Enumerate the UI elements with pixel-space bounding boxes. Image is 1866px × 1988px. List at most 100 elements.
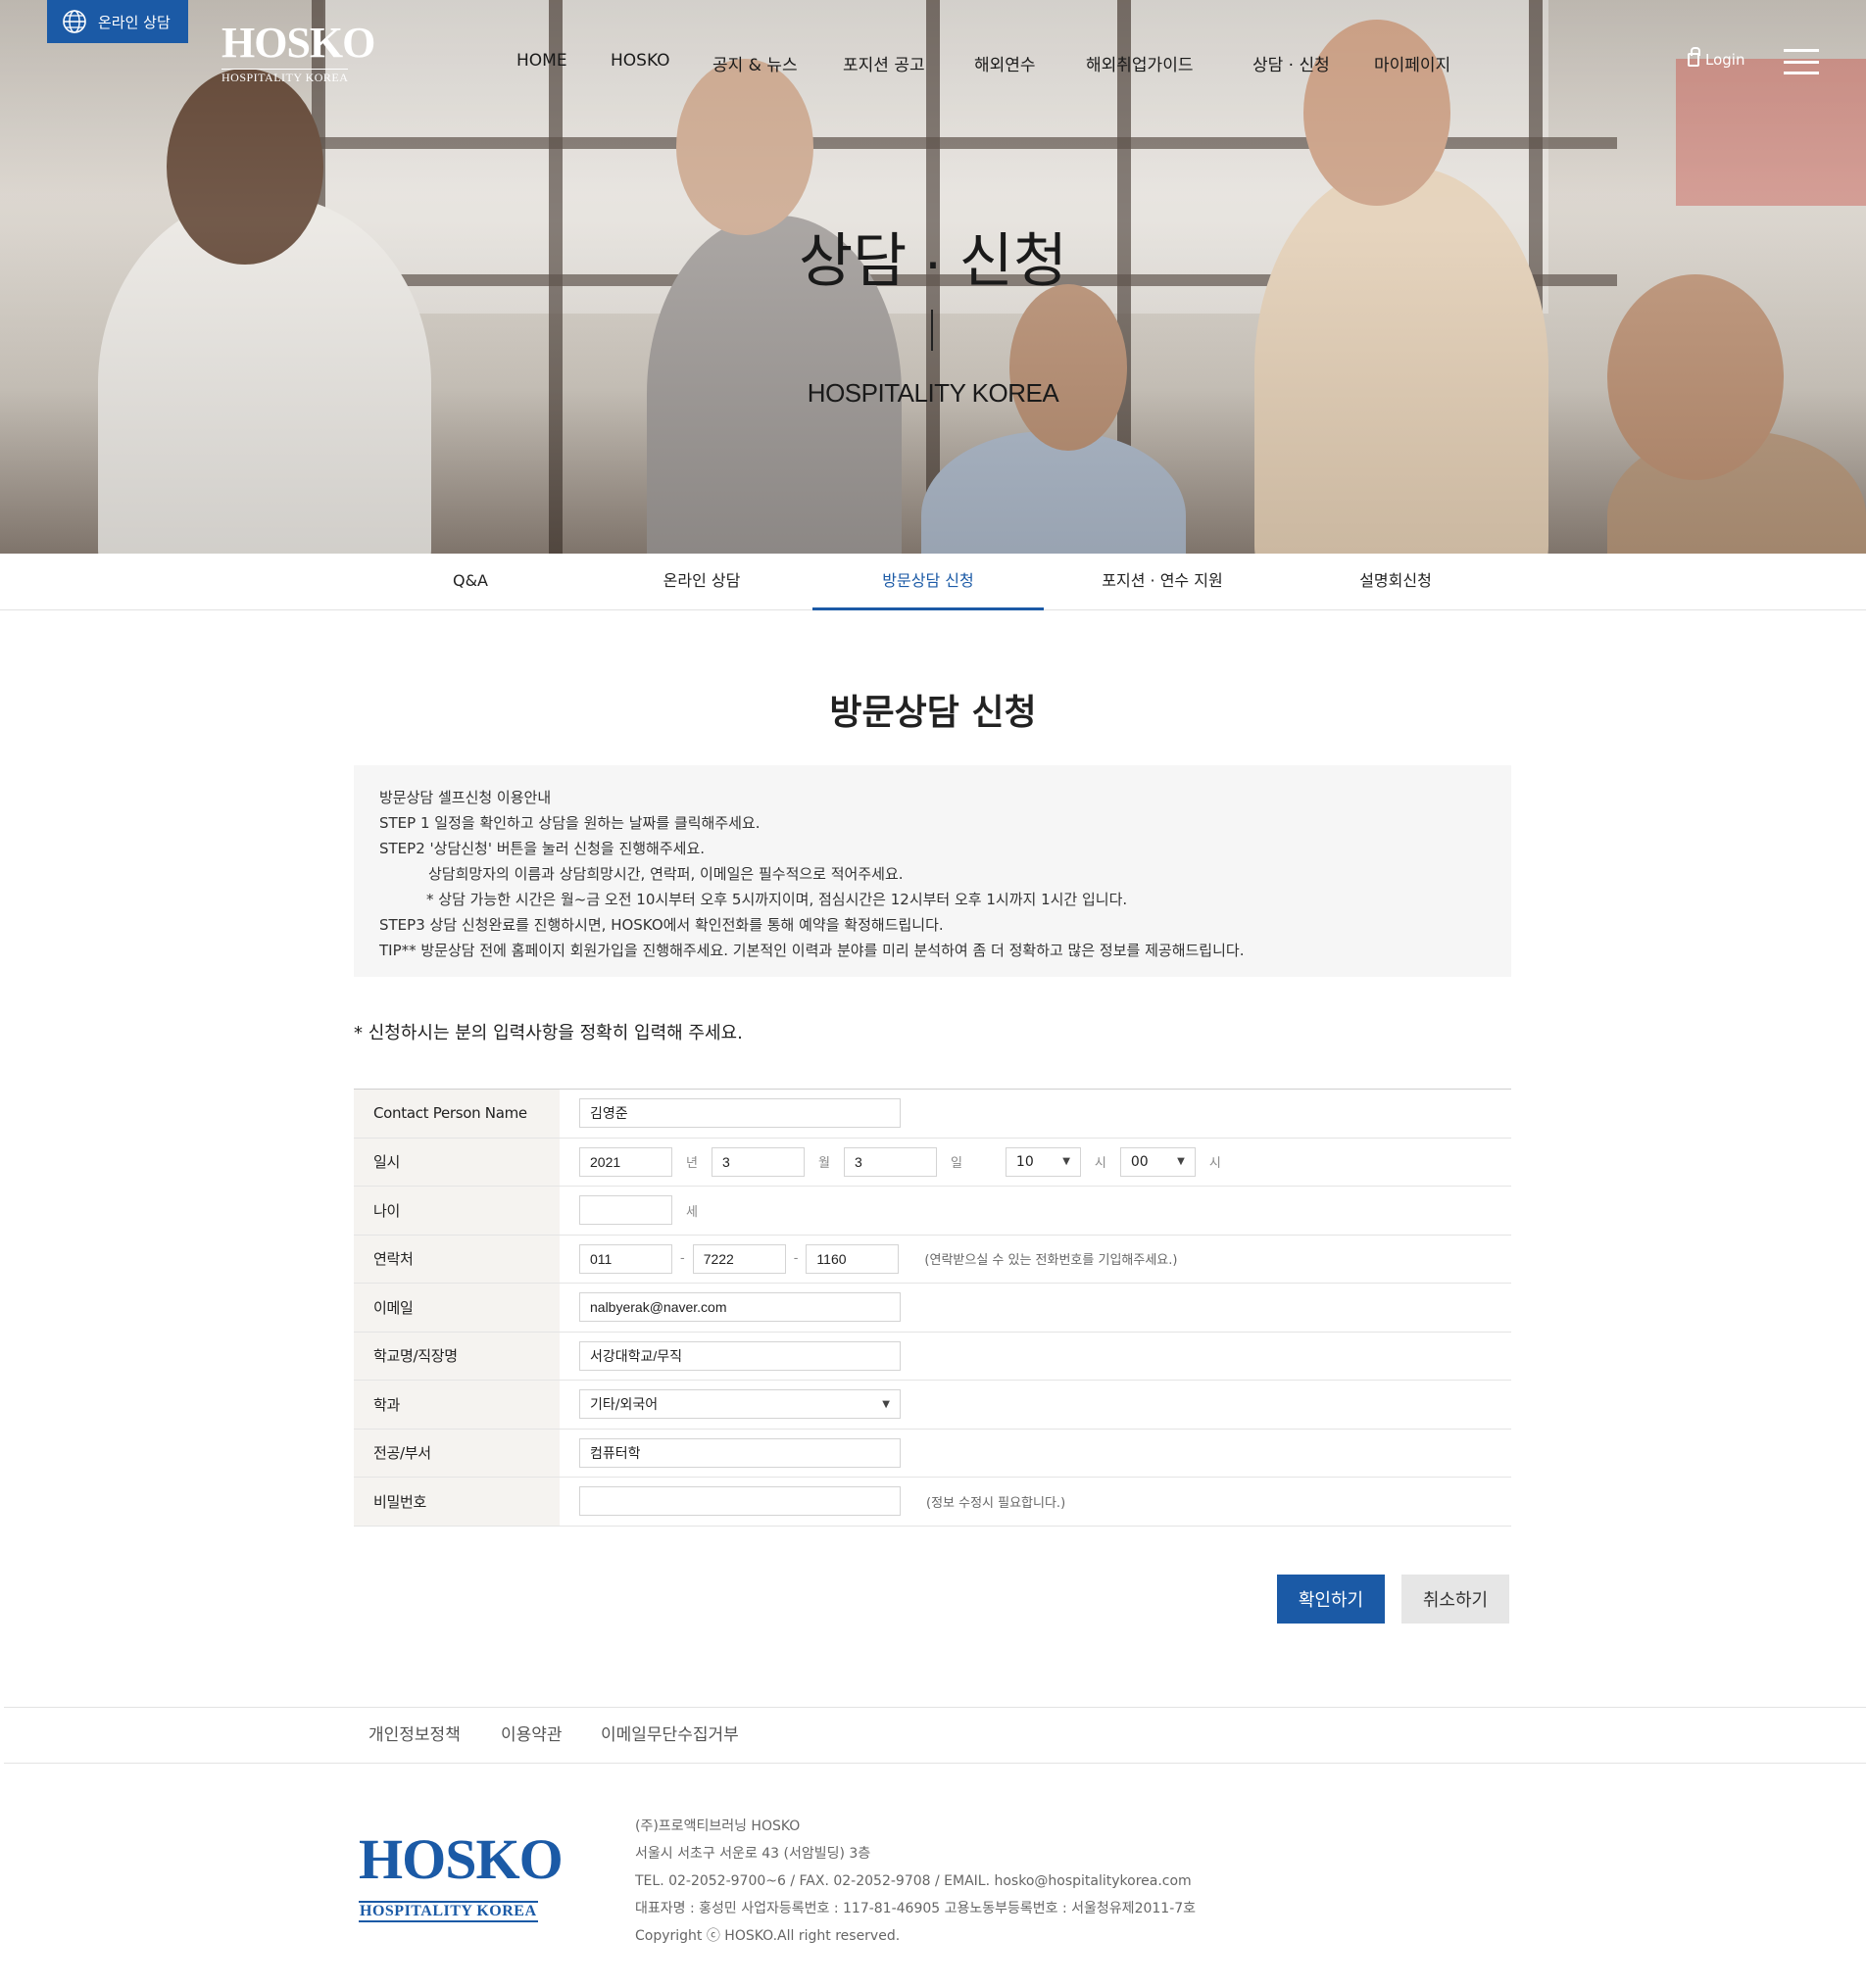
tab-visit-consult[interactable]: 방문상담 신청 — [812, 554, 1044, 610]
form-row-dept: 학과 기타/외국어 ▼ — [354, 1381, 1511, 1430]
minute-unit: 시 — [1208, 1156, 1221, 1172]
login-label: Login — [1705, 51, 1745, 69]
form-row-email: 이메일 nalbyerak@naver.com — [354, 1284, 1511, 1333]
form-row-phone: 연락처 011 - 7222 - 1160 (연락받으실 수 있는 전화번호를 … — [354, 1235, 1511, 1284]
phone-part1-input[interactable]: 011 — [579, 1243, 672, 1274]
password-input[interactable] — [579, 1486, 901, 1517]
nav-consult[interactable]: 상담 · 신청 — [1252, 51, 1330, 75]
tab-seminar[interactable]: 설명회신청 — [1280, 554, 1511, 610]
school-input[interactable]: 서강대학교/무직 — [579, 1340, 901, 1371]
form-row-major: 전공/부서 컴퓨터학 — [354, 1429, 1511, 1478]
privacy-policy-link[interactable]: 개인정보정책 — [368, 1708, 461, 1763]
guide-line: STEP 1 일정을 확인하고 상담을 원하는 날짜를 클릭해주세요. — [379, 814, 761, 832]
tab-online-consult[interactable]: 온라인 상담 — [586, 554, 817, 610]
day-unit: 일 — [950, 1156, 962, 1172]
tab-qna[interactable]: Q&A — [355, 554, 586, 610]
form-notice: * 신청하시는 분의 입력사항을 정확히 입력해 주세요. — [354, 1023, 743, 1043]
hour-unit: 시 — [1094, 1156, 1106, 1172]
nav-hosko[interactable]: HOSKO — [611, 51, 670, 71]
chevron-down-icon: ▼ — [1177, 1156, 1185, 1168]
name-label: Contact Person Name — [354, 1090, 560, 1138]
nav-home[interactable]: HOME — [516, 51, 567, 71]
guide-line: STEP3 상담 신청완료를 진행하시면, HOSKO에서 확인전화를 통해 예… — [379, 916, 944, 934]
email-input[interactable]: nalbyerak@naver.com — [579, 1292, 901, 1323]
nav-mypage[interactable]: 마이페이지 — [1374, 51, 1450, 75]
guide-box: 방문상담 셀프신청 이용안내 STEP 1 일정을 확인하고 상담을 원하는 날… — [354, 765, 1511, 977]
footer-logo-sub: HOSPITALITY KOREA — [359, 1901, 538, 1922]
age-input[interactable] — [579, 1195, 672, 1226]
company-address: 서울시 서초구 서운로 43 (서암빌딩) 3층 — [635, 1846, 871, 1862]
footer-logo: HOSKO HOSPITALITY KOREA — [359, 1826, 564, 1924]
copyright: Copyright ⓒ HOSKO.All right reserved. — [635, 1928, 901, 1944]
guide-line: TIP** 방문상담 전에 홈페이지 회원가입을 진행해주세요. 기본적인 이력… — [379, 942, 1245, 959]
hero-divider — [931, 310, 933, 351]
major-label: 전공/부서 — [354, 1429, 560, 1477]
form-row-name: Contact Person Name 김영준 — [354, 1090, 1511, 1139]
form-row-age: 나이 세 — [354, 1187, 1511, 1236]
hero-title: 상담 · 신청 — [798, 228, 1068, 294]
footer-logo-main: HOSKO — [359, 1827, 564, 1891]
month-input[interactable]: 3 — [711, 1146, 805, 1177]
page-title: 방문상담 신청 — [829, 693, 1037, 733]
name-input[interactable]: 김영준 — [579, 1098, 901, 1129]
month-unit: 월 — [817, 1156, 830, 1172]
chevron-down-icon: ▼ — [1062, 1156, 1070, 1168]
dept-value: 기타/외국어 — [590, 1397, 659, 1414]
day-input[interactable]: 3 — [843, 1146, 937, 1177]
age-label: 나이 — [354, 1187, 560, 1235]
globe-icon — [63, 10, 86, 33]
guide-line: 방문상담 셀프신청 이용안내 — [379, 789, 552, 806]
school-label: 학교명/직장명 — [354, 1332, 560, 1380]
lock-icon — [1688, 47, 1700, 67]
tab-position-training[interactable]: 포지션 · 연수 지원 — [1047, 554, 1278, 610]
phone-part3-input[interactable]: 1160 — [806, 1243, 900, 1274]
online-consult-label: 온라인 상담 — [98, 13, 171, 31]
email-refusal-link[interactable]: 이메일무단수집거부 — [601, 1708, 739, 1763]
cancel-button[interactable]: 취소하기 — [1401, 1575, 1509, 1624]
phone-separator: - — [680, 1251, 685, 1267]
datetime-label: 일시 — [354, 1138, 560, 1186]
password-label: 비밀번호 — [354, 1478, 560, 1526]
visit-consult-form: Contact Person Name 김영준 일시 2021 년 3 월 3 … — [354, 1089, 1511, 1527]
guide-line: 상담희망자의 이름과 상담희망시간, 연락퍼, 이메일은 필수적으로 적어주세요… — [428, 865, 904, 883]
sub-tabs: Q&A 온라인 상담 방문상담 신청 포지션 · 연수 지원 설명회신청 — [0, 554, 1866, 610]
phone-part2-input[interactable]: 7222 — [692, 1243, 786, 1274]
minute-value: 00 — [1130, 1153, 1149, 1170]
guide-line: * 상담 가능한 시간은 월~금 오전 10시부터 오후 5시까지이며, 점심시… — [426, 891, 1128, 908]
phone-hint: (연락받으실 수 있는 전화번호를 기입해주세요.) — [924, 1253, 1178, 1269]
confirm-button[interactable]: 확인하기 — [1277, 1575, 1385, 1624]
nav-overseas-job-guide[interactable]: 해외취업가이드 — [1086, 51, 1193, 75]
year-unit: 년 — [686, 1156, 698, 1172]
footer-links: 개인정보정책 이용약관 이메일무단수집거부 — [4, 1707, 1866, 1764]
phone-separator: - — [793, 1251, 799, 1267]
main-nav: HOME HOSKO 공지 & 뉴스 포지션 공고 해외연수 해외취업가이드 상… — [0, 51, 1866, 78]
online-consult-button[interactable]: 온라인 상담 — [47, 0, 188, 43]
form-row-password: 비밀번호 (정보 수정시 필요합니다.) — [354, 1478, 1511, 1527]
password-hint: (정보 수정시 필요합니다.) — [926, 1495, 1066, 1511]
dept-label: 학과 — [354, 1381, 560, 1429]
dept-select[interactable]: 기타/외국어 ▼ — [579, 1389, 901, 1420]
hero-subtitle: HOSPITALITY KOREA — [807, 378, 1059, 408]
guide-line: STEP2 '상담신청' 버튼을 눌러 신청을 진행해주세요. — [379, 840, 706, 857]
footer-company-info: (주)프로액티브러닝 HOSKO 서울시 서초구 서운로 43 (서암빌딩) 3… — [635, 1813, 1196, 1950]
major-input[interactable]: 컴퓨터학 — [579, 1437, 901, 1468]
company-contact: TEL. 02-2052-9700~6 / FAX. 02-2052-9708 … — [635, 1873, 1192, 1889]
form-row-datetime: 일시 2021 년 3 월 3 일 10 ▼ 시 00 ▼ 시 — [354, 1138, 1511, 1187]
nav-position[interactable]: 포지션 공고 — [843, 51, 925, 75]
chevron-down-icon: ▼ — [882, 1398, 890, 1410]
company-name: (주)프로액티브러닝 HOSKO — [635, 1818, 801, 1834]
login-link[interactable]: Login — [1688, 47, 1745, 69]
phone-label: 연락처 — [354, 1235, 560, 1283]
minute-select[interactable]: 00 ▼ — [1119, 1146, 1196, 1177]
company-registration: 대표자명 : 홍성민 사업자등록번호 : 117-81-46905 고용노동부등… — [635, 1901, 1197, 1916]
hour-select[interactable]: 10 ▼ — [1005, 1146, 1081, 1177]
menu-icon[interactable] — [1784, 49, 1819, 74]
nav-overseas-training[interactable]: 해외연수 — [974, 51, 1036, 75]
email-label: 이메일 — [354, 1284, 560, 1332]
form-row-school: 학교명/직장명 서강대학교/무직 — [354, 1332, 1511, 1381]
nav-notice-news[interactable]: 공지 & 뉴스 — [712, 51, 798, 75]
age-unit: 세 — [686, 1204, 698, 1220]
terms-link[interactable]: 이용약관 — [501, 1708, 563, 1763]
hour-value: 10 — [1015, 1153, 1034, 1170]
year-input[interactable]: 2021 — [579, 1146, 672, 1177]
